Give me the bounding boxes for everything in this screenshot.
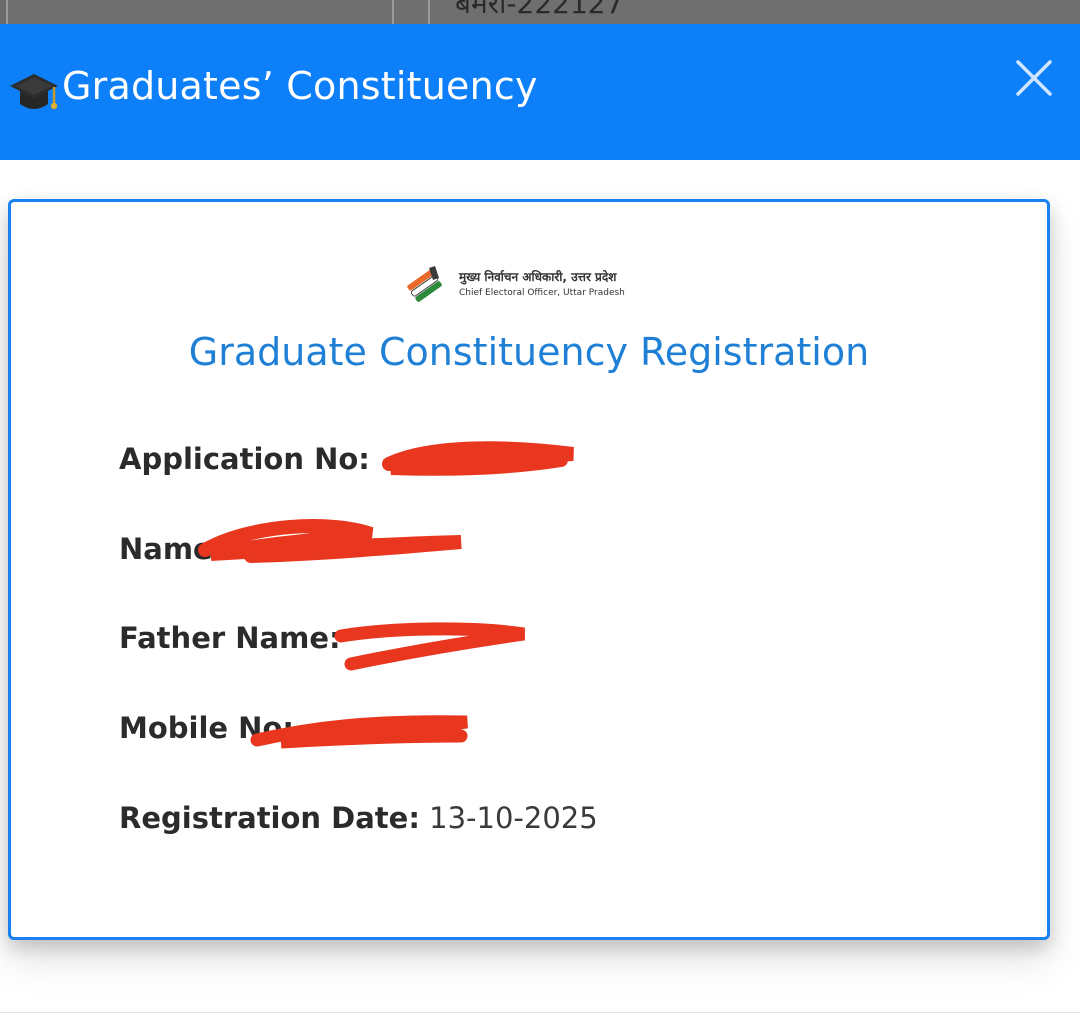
modal-body: मुख्य निर्वाचन अधिकारी, उत्तर प्रदेश Chi… — [0, 160, 1080, 1019]
field-value: 13-10-2025 — [429, 801, 598, 835]
field-label: Mobile No: — [119, 711, 294, 745]
redaction-mark — [334, 622, 525, 671]
graduation-cap-icon — [8, 68, 60, 120]
background-table-cell — [0, 0, 8, 24]
field-application-no: Application No: — [119, 442, 370, 482]
close-button[interactable] — [1006, 50, 1062, 106]
logo-hindi-text: मुख्य निर्वाचन अधिकारी, उत्तर प्रदेश — [459, 270, 617, 284]
field-label: Registration Date: — [119, 801, 420, 835]
field-mobile-no: Mobile No: — [119, 711, 294, 751]
field-label: Application No: — [119, 442, 370, 476]
modal-header: Graduates’ Constituency — [0, 24, 1080, 160]
divider — [0, 1012, 1080, 1013]
logo-english-text: Chief Electoral Officer, Uttar Pradesh — [459, 288, 625, 298]
card-title: Graduate Constituency Registration — [188, 330, 870, 374]
field-registration-date: Registration Date: 13-10-2025 — [119, 801, 598, 841]
background-table-divider — [392, 0, 394, 24]
background-page: बमरा-222127 — [0, 0, 1080, 24]
background-address-text: बमरा-222127 — [455, 0, 624, 20]
modal-title: Graduates’ Constituency — [62, 64, 538, 108]
close-icon — [1016, 60, 1052, 96]
voting-ink-icon — [407, 266, 442, 302]
field-name: Name: — [119, 532, 224, 572]
redaction-mark — [382, 441, 574, 476]
redaction-mark — [198, 519, 462, 563]
field-label: Father Name: — [119, 621, 341, 655]
registration-card: मुख्य निर्वाचन अधिकारी, उत्तर प्रदेश Chi… — [8, 199, 1050, 940]
ceo-up-logo: मुख्य निर्वाचन अधिकारी, उत्तर प्रदेश Chi… — [401, 262, 651, 310]
background-table-divider — [428, 0, 430, 24]
field-father-name: Father Name: — [119, 621, 341, 661]
field-label: Name: — [119, 532, 225, 566]
